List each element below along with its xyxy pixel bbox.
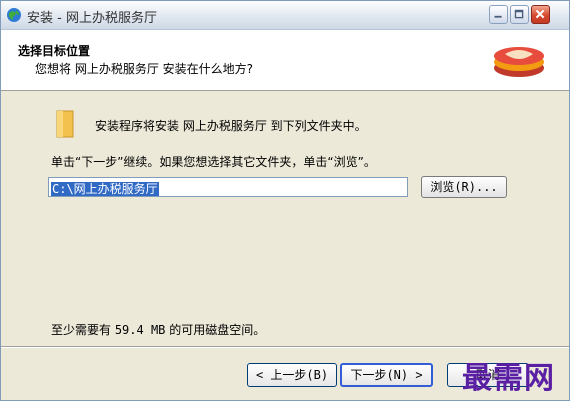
- minimize-icon: [494, 15, 502, 18]
- page-title: 选择目标位置: [18, 44, 91, 58]
- close-button[interactable]: [531, 5, 550, 24]
- installer-window: 安装 - 网上办税服务厅 选择目标位置 您想将 网上办税服务厅 安装在什么地方?: [0, 0, 570, 401]
- page-subtitle: 您想将 网上办税服务厅 安装在什么地方?: [35, 62, 253, 76]
- disk-space-prefix: 至少需要有: [51, 323, 115, 337]
- title-bar[interactable]: 安装 - 网上办税服务厅: [1, 1, 569, 30]
- wizard-header: 选择目标位置 您想将 网上办税服务厅 安装在什么地方?: [1, 30, 569, 91]
- install-path-value: C:\网上办税服务厅: [51, 182, 159, 196]
- disk-space-text: 至少需要有 59.4 MB 的可用磁盘空间。: [51, 321, 265, 338]
- next-button[interactable]: 下一步(N) >: [340, 363, 433, 387]
- disk-space-amount: 59.4 MB: [114, 323, 166, 337]
- maximize-button[interactable]: [510, 5, 529, 24]
- close-icon: [535, 9, 545, 19]
- folder-icon: [56, 110, 74, 138]
- back-button[interactable]: < 上一步(B): [247, 363, 337, 387]
- minimize-button[interactable]: [489, 5, 508, 24]
- installer-logo-icon: [494, 47, 544, 77]
- globe-icon: [7, 8, 21, 22]
- window-title: 安装 - 网上办税服务厅: [27, 11, 157, 26]
- footer-divider: [1, 346, 569, 348]
- instruction-text: 单击“下一步”继续。如果您想选择其它文件夹，单击“浏览”。: [51, 155, 376, 169]
- install-info-text: 安装程序将安装 网上办税服务厅 到下列文件夹中。: [95, 119, 367, 133]
- install-path-input[interactable]: C:\网上办税服务厅: [48, 177, 408, 197]
- site-watermark: 最需网: [462, 361, 555, 396]
- disk-space-suffix: 的可用磁盘空间。: [165, 323, 266, 337]
- browse-button[interactable]: 浏览(R)...: [421, 176, 507, 198]
- maximize-icon: [514, 9, 524, 19]
